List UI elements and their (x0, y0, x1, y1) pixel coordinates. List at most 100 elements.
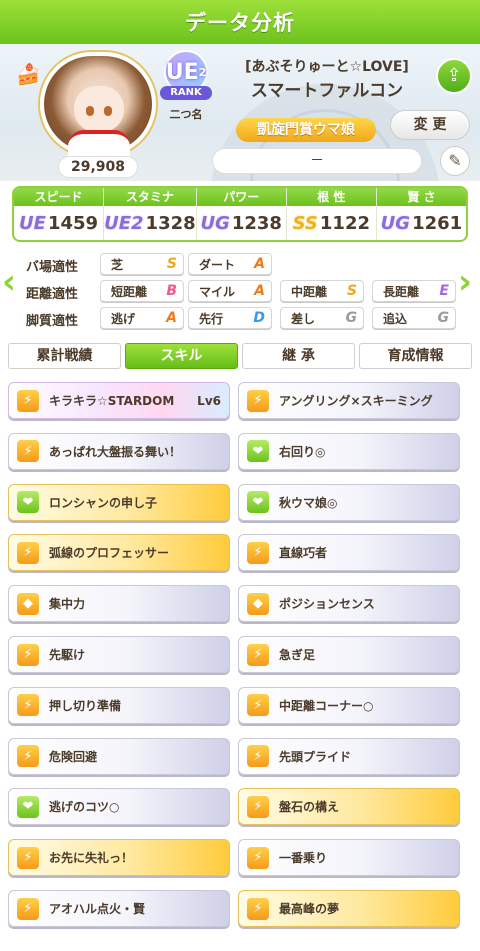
aptitude-grade: D (253, 310, 265, 326)
skill-item[interactable]: ⚡ 押し切り準備 (8, 686, 230, 724)
skill-name: 盤石の構え (279, 800, 340, 815)
aptitude-name: 先行 (199, 311, 224, 326)
tab-bar: 累計戦績 スキル継 承育成情報 (6, 343, 474, 369)
skill-name: 危険回避 (49, 749, 98, 764)
skill-name: ポジションセンス (279, 597, 375, 612)
aptitude-distance-2: 中距離 S (280, 280, 364, 302)
skill-item[interactable]: ⚡ アオハル点火・賢 (8, 890, 230, 927)
skill-item[interactable]: ❤ 右回り◎ (238, 432, 460, 470)
aptitude-distance-3: 長距離 E (372, 280, 456, 302)
skill-sta-icon: ❤ (247, 491, 269, 514)
aptitude-grade: B (166, 283, 177, 299)
nickname-label[interactable]: 二つ名 (160, 106, 212, 122)
skill-name: お先に失礼っ！ (49, 851, 134, 866)
tab-2[interactable]: 継 承 (242, 343, 355, 369)
stat-4: 賢 さ UG 1261 (376, 188, 466, 240)
skill-level: Lv6 (197, 393, 221, 408)
skill-item[interactable]: ⚡ お先に失礼っ！ (8, 839, 230, 877)
character-name: スマートファルコン (250, 81, 404, 101)
skill-name: 逃げのコツ○ (49, 800, 120, 815)
stat-label: スピード (14, 188, 104, 206)
distance-aptitude-label: 距離適性 (26, 287, 79, 302)
stat-0: スピード UE 1459 (14, 188, 105, 240)
skill-item[interactable]: ⚡ 弧線のプロフェッサー (8, 534, 230, 572)
aptitude-grade: A (254, 256, 265, 272)
skill-item[interactable]: ⚡ アングリング×スキーミング (238, 382, 460, 419)
skill-item[interactable]: ⚡ 直線巧者 (238, 534, 460, 572)
skill-spd-icon: ⚡ (17, 897, 39, 920)
skill-item[interactable]: ❤ 逃げのコツ○ (8, 788, 230, 826)
edit-comment-button[interactable]: ✎ (440, 146, 470, 176)
skill-name: 弧線のプロフェッサー (49, 546, 170, 561)
comment-field: － (212, 148, 422, 174)
aptitude-grade: E (439, 283, 449, 299)
skill-item[interactable]: ⚡ 最高峰の夢 (238, 890, 460, 927)
skill-item[interactable]: ⚡ 一番乗り (238, 839, 460, 877)
skill-name: 急ぎ足 (279, 648, 316, 662)
tab-1[interactable]: スキル (125, 343, 238, 369)
aptitude-style-2: 差し G (280, 307, 364, 329)
skill-name: アオハル点火・賢 (49, 902, 146, 916)
skill-item[interactable]: ◆ 集中力 (8, 585, 230, 623)
character-avatar[interactable] (40, 52, 156, 160)
skill-item[interactable]: ❤ ロンシャンの申し子 (8, 483, 230, 521)
stat-value-row: UG 1261 (377, 206, 466, 240)
skill-name: 最高峰の夢 (279, 902, 340, 916)
skill-item[interactable]: ⚡ 危険回避 (8, 737, 230, 775)
aptitude-name: 短距離 (111, 284, 148, 299)
skill-name: 一番乗り (279, 851, 328, 866)
stat-value: 1459 (47, 212, 99, 234)
aptitude-name: 差し (291, 311, 316, 326)
aptitude-track-1: ダート A (188, 253, 272, 275)
skill-spd-icon: ⚡ (247, 897, 269, 920)
skill-name: あっぱれ大盤振る舞い！ (49, 444, 182, 459)
skill-sta-icon: ❤ (17, 491, 39, 514)
stat-grade: SS (292, 212, 318, 234)
aptitude-name: 中距離 (291, 284, 328, 299)
skill-item[interactable]: ⚡ あっぱれ大盤振る舞い！ (8, 432, 230, 470)
aptitude-name: 芝 (111, 257, 124, 272)
tab-0[interactable]: 累計戦績 (8, 343, 121, 369)
stat-label-text: 賢 さ (407, 190, 436, 204)
skill-spd-icon: ⚡ (17, 389, 39, 412)
aptitude-grade: A (166, 310, 177, 326)
aptitude-grade: S (166, 256, 177, 272)
stat-value-row: UG 1238 (197, 206, 286, 240)
outfit-title: [あぶそりゅーと☆LOVE] (245, 59, 409, 75)
chevron-left-icon[interactable]: ‹ (2, 262, 16, 302)
stat-label-text: パワー (223, 190, 260, 204)
stats-panel: スピード UE 1459 スタミナ UE2 1328 パワー UG 1238 根 性 SS 1122 賢… (12, 186, 468, 242)
skill-item[interactable]: ⚡ 中距離コーナー○ (238, 686, 460, 724)
stat-value: 1122 (319, 212, 371, 234)
skill-item[interactable]: ⚡ 急ぎ足 (238, 636, 460, 673)
stat-value-row: UE 1459 (14, 206, 103, 240)
tab-3[interactable]: 育成情報 (359, 343, 472, 369)
skill-name: アングリング×スキーミング (279, 394, 433, 408)
aptitude-name: 長距離 (383, 284, 420, 299)
stat-label: スタミナ (104, 188, 196, 206)
aptitude-grade: G (437, 310, 450, 326)
share-button[interactable]: ⇪ (436, 58, 472, 94)
stat-1: スタミナ UE2 1328 (104, 188, 197, 240)
aptitude-grade: G (345, 310, 358, 326)
style-aptitude-label: 脚質適性 (26, 314, 79, 329)
fan-count: 29,908 (58, 156, 138, 178)
skill-item[interactable]: ⚡ キラキラ☆STARDOM Lv6 (8, 382, 230, 419)
stat-label: 根 性 (286, 188, 376, 206)
change-button[interactable]: 変 更 (390, 110, 470, 140)
page-title: データ分析 (185, 11, 295, 35)
stat-value-row: SS 1122 (287, 206, 376, 240)
skill-item[interactable]: ◆ ポジションセンス (238, 585, 460, 623)
chevron-right-icon[interactable]: › (458, 262, 472, 302)
stat-grade: UG (380, 212, 411, 234)
skill-spd-icon: ⚡ (17, 846, 39, 869)
skill-item[interactable]: ⚡ 盤石の構え (238, 788, 460, 826)
skill-sta-icon: ❤ (17, 795, 39, 818)
share-icon: ⇪ (446, 65, 462, 86)
skill-item[interactable]: ⚡ 先駆け (8, 636, 230, 673)
aptitude-name: マイル (199, 284, 236, 299)
skill-spd-icon: ⚡ (17, 694, 39, 717)
skill-item[interactable]: ❤ 秋ウマ娘◎ (238, 483, 460, 521)
skill-item[interactable]: ⚡ 先頭プライド (238, 737, 460, 775)
skill-name: 集中力 (49, 597, 86, 612)
